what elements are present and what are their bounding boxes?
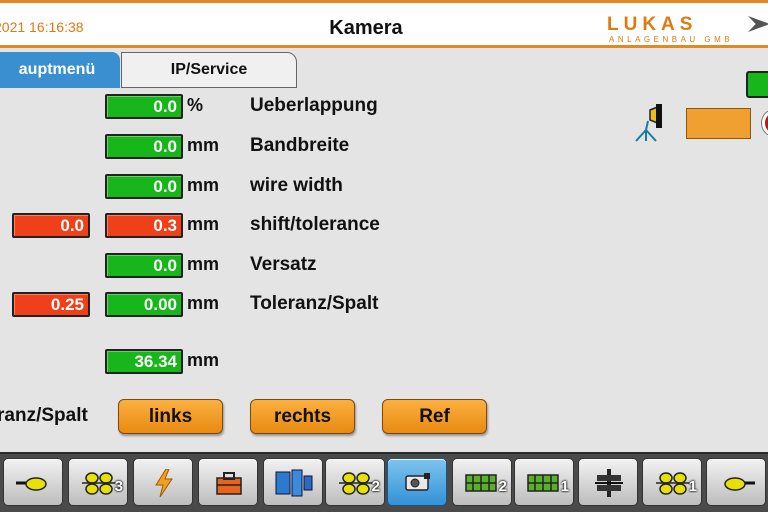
status-indicator-orange: [686, 108, 751, 139]
shift-actual-value: 0.0: [12, 213, 90, 238]
rollers-icon: [339, 472, 373, 495]
bandbreite-unit: mm: [187, 135, 220, 155]
wire-width-unit: mm: [187, 175, 220, 195]
toolbar-number: 3: [114, 478, 123, 495]
mesh-icon: [527, 474, 559, 492]
sensor-left-icon: [16, 477, 47, 491]
toolbar-camera-button[interactable]: [387, 458, 447, 506]
spalt-actual-value: 0.25: [12, 292, 90, 317]
toolbar-lightning-button[interactable]: [133, 458, 193, 506]
links-button[interactable]: links: [118, 399, 223, 434]
measurement-unit: mm: [187, 350, 220, 370]
toleranz-spalt-buttons-label: ranz/Spalt: [0, 405, 88, 426]
camera-tripod-icon: [635, 104, 662, 142]
rechts-button[interactable]: rechts: [250, 399, 355, 434]
logo-text: LUKAS: [607, 14, 698, 35]
lightning-icon: [155, 469, 173, 497]
toleranz-spalt-unit: mm: [187, 293, 220, 313]
shift-tolerance-label: shift/tolerance: [250, 214, 380, 235]
toleranz-spalt-value[interactable]: 0.00: [105, 292, 183, 317]
measurement-value: 36.34: [105, 349, 183, 374]
wire-width-label: wire width: [250, 175, 343, 196]
logo-arrow-icon: [748, 16, 768, 32]
toolbar-sensor-right-button[interactable]: [706, 458, 766, 506]
logo-subtext: ANLAGENBAU GMB: [609, 35, 734, 44]
wire-width-value[interactable]: 0.0: [105, 174, 183, 199]
toolbar-number: 2: [498, 478, 507, 495]
toolbar-number: 1: [688, 478, 697, 495]
ueberlappung-value[interactable]: 0.0: [105, 94, 183, 119]
toolbar-rollers-1-button[interactable]: 1: [642, 458, 702, 506]
press-icon: [595, 469, 623, 497]
ueberlappung-label: Ueberlappung: [250, 95, 378, 116]
camera-icon: [405, 473, 430, 491]
toolbar-press-button[interactable]: [578, 458, 638, 506]
ueberlappung-unit: %: [187, 95, 204, 115]
status-indicator-green: [746, 71, 768, 98]
mesh-icon: [465, 474, 497, 492]
reels-icon: [275, 469, 313, 497]
tab-ip-service[interactable]: IP/Service: [121, 52, 297, 88]
rollers-icon: [656, 472, 690, 495]
shift-tolerance-unit: mm: [187, 214, 220, 234]
tab-hauptmenu[interactable]: auptmenü: [0, 52, 120, 88]
rollers-icon: [82, 472, 116, 495]
toolbar-toolbox-button[interactable]: [198, 458, 258, 506]
toolbar-number: 1: [560, 478, 569, 495]
versatz-label: Versatz: [250, 254, 317, 275]
toolbar-number: 2: [371, 478, 380, 495]
toolbar-reels-button[interactable]: [263, 458, 323, 506]
toolbar-rollers-3-button[interactable]: 3: [68, 458, 128, 506]
toolbar-mesh-1-button[interactable]: 1: [514, 458, 574, 506]
company-logo: LUKAS ANLAGENBAU GMB: [607, 14, 768, 46]
shift-tolerance-value[interactable]: 0.3: [105, 213, 183, 238]
alarm-indicator: [762, 110, 768, 136]
toolbar-sensor-left-button[interactable]: [3, 458, 63, 506]
bandbreite-value[interactable]: 0.0: [105, 134, 183, 159]
versatz-value[interactable]: 0.0: [105, 253, 183, 278]
toleranz-spalt-label: Toleranz/Spalt: [250, 293, 379, 314]
versatz-unit: mm: [187, 254, 220, 274]
toolbar-mesh-2-button[interactable]: 2: [452, 458, 512, 506]
ref-button[interactable]: Ref: [382, 399, 487, 434]
bandbreite-label: Bandbreite: [250, 135, 350, 156]
sensor-right-icon: [724, 477, 755, 491]
header-bar: 2021 16:16:38 Kamera LUKAS ANLAGENBAU GM…: [0, 0, 768, 48]
toolbar-rollers-2-button[interactable]: 2: [325, 458, 385, 506]
toolbox-icon: [216, 472, 242, 495]
